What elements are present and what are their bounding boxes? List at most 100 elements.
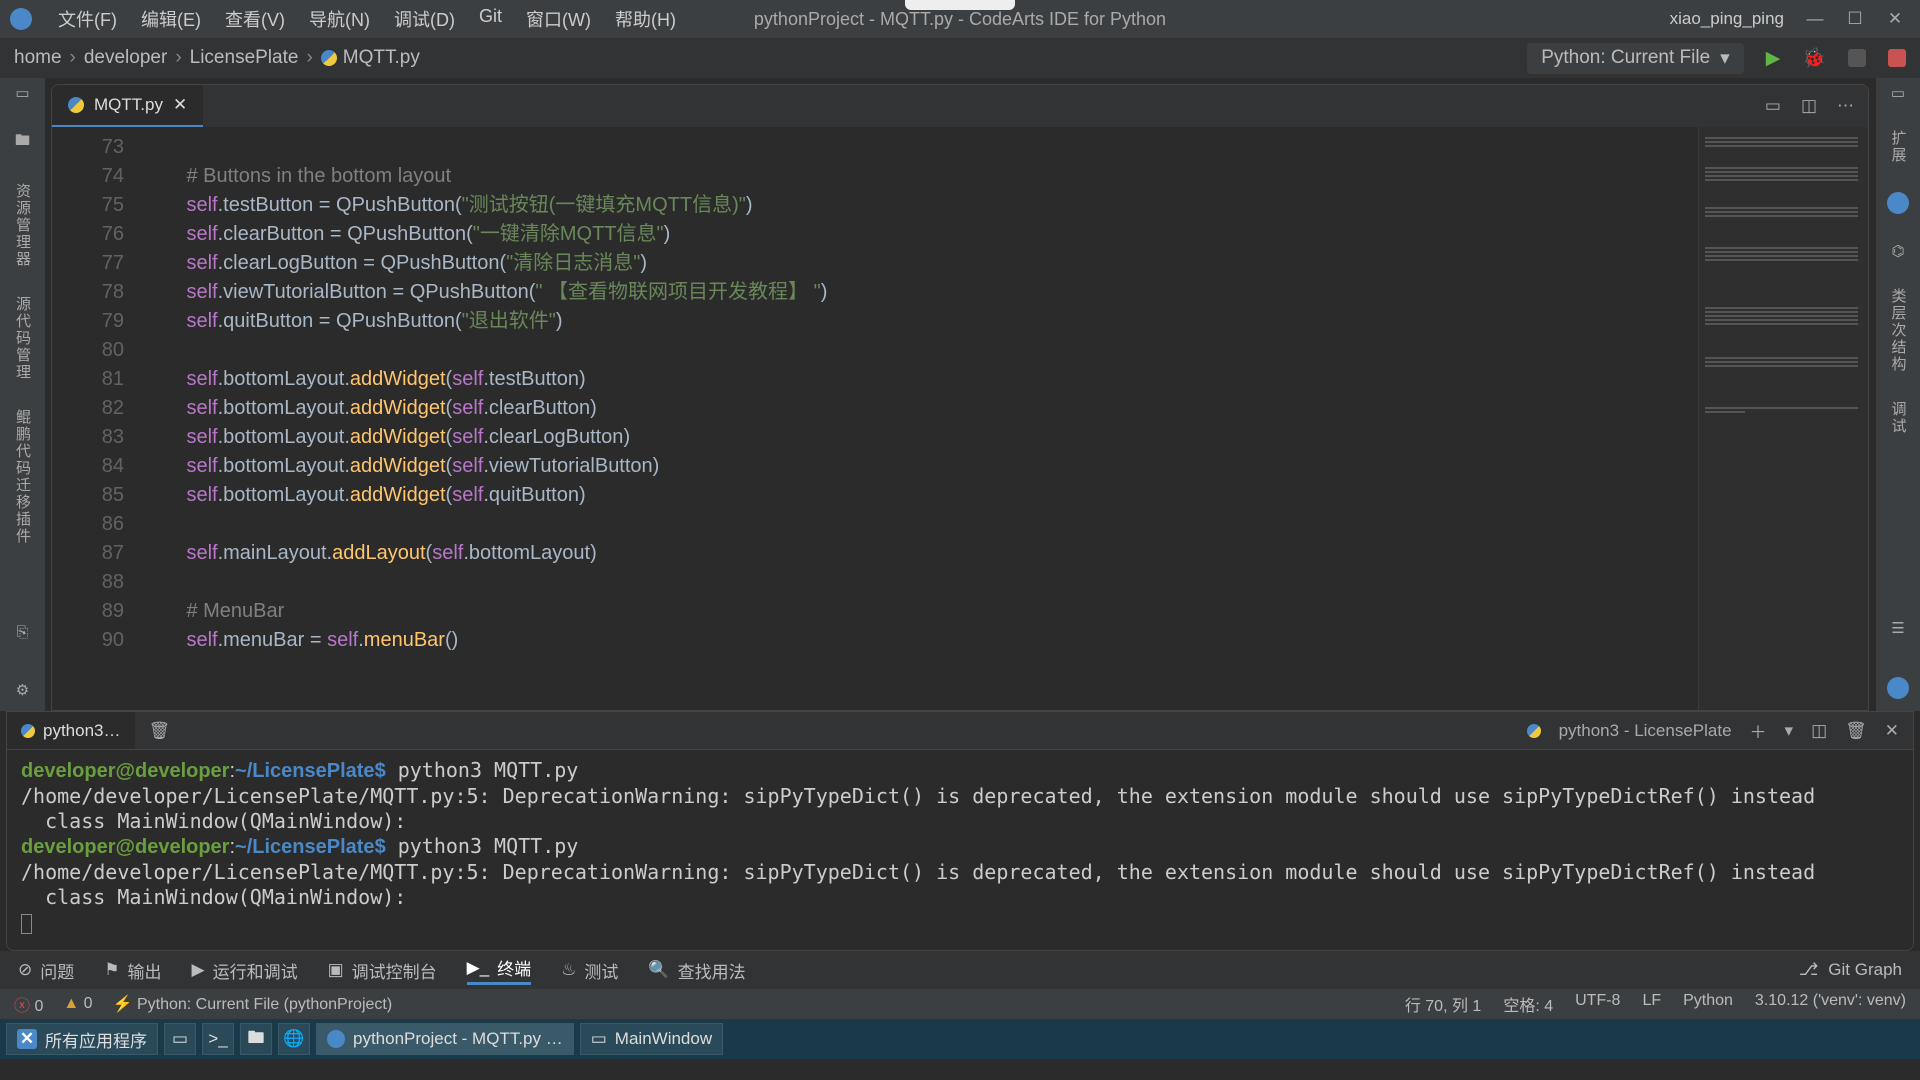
terminal-close-icon[interactable]: ✕ xyxy=(1885,721,1899,741)
taskbar-apps-button[interactable]: ✕ 所有应用程序 xyxy=(6,1023,158,1055)
code-line[interactable]: self.bottomLayout.addWidget(self.quitBut… xyxy=(142,481,1698,510)
terminal-trash-icon[interactable]: 🗑 xyxy=(149,721,171,741)
assist-badge-icon-2[interactable] xyxy=(1887,677,1909,699)
line-number[interactable]: 80 xyxy=(52,336,124,365)
code-line[interactable]: self.clearLogButton = QPushButton("清除日志消… xyxy=(142,249,1698,278)
code-line[interactable]: self.bottomLayout.addWidget(self.viewTut… xyxy=(142,452,1698,481)
code-line[interactable] xyxy=(142,568,1698,597)
taskbar-window-button[interactable]: ▭MainWindow xyxy=(580,1023,723,1055)
code-line[interactable]: self.bottomLayout.addWidget(self.clearBu… xyxy=(142,394,1698,423)
gear-icon[interactable]: ⚙ xyxy=(16,681,29,699)
taskbar-files-icon[interactable]: 🖿 xyxy=(240,1023,272,1055)
bottom-panel-item[interactable]: ⊘问题 xyxy=(18,958,74,983)
right-tool-label-2[interactable]: 调试 xyxy=(1888,401,1909,435)
line-number[interactable]: 79 xyxy=(52,307,124,336)
line-number[interactable]: 81 xyxy=(52,365,124,394)
menu-item[interactable]: 文件(F) xyxy=(46,6,129,32)
git-graph-button[interactable]: Git Graph xyxy=(1828,960,1902,980)
code-line[interactable]: self.quitButton = QPushButton("退出软件") xyxy=(142,307,1698,336)
code-line[interactable]: self.menuBar = self.menuBar() xyxy=(142,626,1698,655)
menu-item[interactable]: 帮助(H) xyxy=(603,6,688,32)
status-interpreter[interactable]: 3.10.12 ('venv': venv) xyxy=(1755,992,1906,1016)
line-number[interactable]: 76 xyxy=(52,220,124,249)
breadcrumb-part[interactable]: home xyxy=(14,47,62,69)
line-number-gutter[interactable]: 737475767778798081828384858687888990 xyxy=(52,127,142,710)
folder-icon[interactable]: 🖿 xyxy=(15,130,30,155)
left-tool-label-1[interactable]: 源代码管理 xyxy=(12,296,33,381)
code-line[interactable]: self.viewTutorialButton = QPushButton(" … xyxy=(142,278,1698,307)
status-eol[interactable]: LF xyxy=(1642,992,1661,1016)
maximize-icon[interactable]: ☐ xyxy=(1846,10,1864,28)
assist-badge-icon[interactable] xyxy=(1887,192,1909,214)
menu-item[interactable]: 导航(N) xyxy=(297,6,382,32)
code-line[interactable]: # Buttons in the bottom layout xyxy=(142,162,1698,191)
right-tool-label-0[interactable]: 扩展 xyxy=(1888,130,1909,164)
left-tool-label-0[interactable]: 资源管理器 xyxy=(12,183,33,268)
error-icon[interactable]: ⓧ xyxy=(14,998,30,1015)
taskbar-window-button[interactable]: pythonProject - MQTT.py … xyxy=(316,1023,574,1055)
taskbar-browser-icon[interactable]: 🌐 xyxy=(278,1023,310,1055)
line-number[interactable]: 84 xyxy=(52,452,124,481)
minimize-icon[interactable]: — xyxy=(1806,10,1824,28)
explorer-icon[interactable]: ▭ xyxy=(15,84,29,102)
status-cursor-pos[interactable]: 行 70, 列 1 xyxy=(1405,992,1481,1016)
minimap[interactable] xyxy=(1698,127,1868,710)
chevron-down-icon[interactable]: ▾ xyxy=(1785,721,1794,741)
line-number[interactable]: 88 xyxy=(52,568,124,597)
breadcrumb-part[interactable]: MQTT.py xyxy=(343,47,420,69)
toggle-preview-icon[interactable]: ▭ xyxy=(1765,96,1781,116)
editor-tab-mqtt[interactable]: MQTT.py ✕ xyxy=(52,85,203,127)
terminal-session-label[interactable]: python3 - LicensePlate xyxy=(1559,721,1732,741)
menu-item[interactable]: Git xyxy=(467,6,514,32)
breadcrumb-part[interactable]: LicensePlate xyxy=(190,47,299,69)
terminal-split-icon[interactable]: ◫ xyxy=(1811,721,1827,741)
code-line[interactable]: self.bottomLayout.addWidget(self.testBut… xyxy=(142,365,1698,394)
error-count[interactable]: 0 xyxy=(34,998,43,1015)
code-line[interactable] xyxy=(142,510,1698,539)
breadcrumb-part[interactable]: developer xyxy=(84,47,167,69)
outline-icon[interactable]: ☰ xyxy=(1891,619,1904,637)
menu-item[interactable]: 调试(D) xyxy=(382,6,467,32)
code-line[interactable]: self.bottomLayout.addWidget(self.clearLo… xyxy=(142,423,1698,452)
right-toolwindow-bar[interactable]: ▭ 扩展 ⌬ 类层次结构 调试 ☰ xyxy=(1875,78,1920,711)
run-config-selector[interactable]: Python: Current File ▾ xyxy=(1527,43,1744,74)
left-toolwindow-bar[interactable]: ▭ 🖿 资源管理器 源代码管理 鲲鹏代码迁移插件 ⎘ ⚙ xyxy=(0,78,45,711)
line-number[interactable]: 86 xyxy=(52,510,124,539)
left-tool-label-2[interactable]: 鲲鹏代码迁移插件 xyxy=(12,409,33,545)
line-number[interactable]: 82 xyxy=(52,394,124,423)
bottom-panel-item[interactable]: ♨测试 xyxy=(561,958,618,983)
code-line[interactable]: self.mainLayout.addLayout(self.bottomLay… xyxy=(142,539,1698,568)
line-number[interactable]: 89 xyxy=(52,597,124,626)
run-button[interactable]: ▶ xyxy=(1766,47,1781,70)
code-line[interactable]: self.clearButton = QPushButton("一键清除MQTT… xyxy=(142,220,1698,249)
bottom-panel-item[interactable]: ▣调试控制台 xyxy=(328,958,437,983)
bottom-panel-item[interactable]: 🔍查找用法 xyxy=(648,958,745,983)
right-tool-label-1[interactable]: 类层次结构 xyxy=(1888,288,1909,373)
line-number[interactable]: 87 xyxy=(52,539,124,568)
terminal-add-icon[interactable]: ＋ xyxy=(1750,718,1767,743)
tab-close-icon[interactable]: ✕ xyxy=(173,95,187,115)
line-number[interactable]: 83 xyxy=(52,423,124,452)
menu-item[interactable]: 窗口(W) xyxy=(514,6,603,32)
bottom-panel-item[interactable]: ▶运行和调试 xyxy=(192,958,298,983)
hierarchy-icon[interactable]: ⌬ xyxy=(1891,242,1904,260)
line-number[interactable]: 73 xyxy=(52,133,124,162)
menu-item[interactable]: 查看(V) xyxy=(213,6,297,32)
status-indent[interactable]: 空格: 4 xyxy=(1503,992,1553,1016)
code-line[interactable] xyxy=(142,133,1698,162)
taskbar-terminal-icon[interactable]: >_ xyxy=(202,1023,234,1055)
bottom-panel-item[interactable]: ▶_终端 xyxy=(467,955,532,985)
warning-icon[interactable]: ▲ xyxy=(63,995,79,1012)
line-number[interactable]: 75 xyxy=(52,191,124,220)
code-editor[interactable]: # Buttons in the bottom layout self.test… xyxy=(142,127,1698,710)
line-number[interactable]: 74 xyxy=(52,162,124,191)
stop-button[interactable] xyxy=(1888,49,1906,67)
debug-button[interactable]: 🐞 xyxy=(1802,46,1826,70)
migrate-icon[interactable]: ⎘ xyxy=(16,624,28,641)
bottom-panel-item[interactable]: ⚑输出 xyxy=(104,958,161,983)
line-number[interactable]: 90 xyxy=(52,626,124,655)
line-number[interactable]: 85 xyxy=(52,481,124,510)
split-editor-icon[interactable]: ◫ xyxy=(1801,96,1817,116)
user-name[interactable]: xiao_ping_ping xyxy=(1670,9,1784,29)
terminal-trash-icon-2[interactable]: 🗑 xyxy=(1845,721,1867,741)
